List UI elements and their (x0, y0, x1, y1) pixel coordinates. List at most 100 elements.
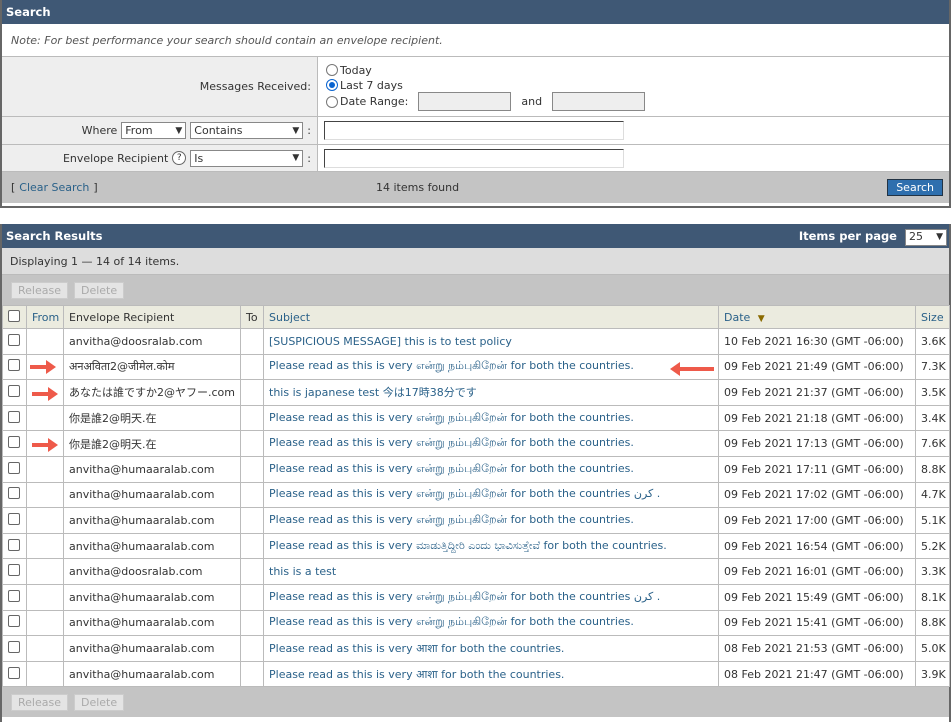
row-checkbox[interactable] (8, 666, 20, 679)
row-checkbox[interactable] (8, 615, 20, 628)
row-checkbox[interactable] (8, 589, 20, 602)
radio-button[interactable] (326, 79, 338, 91)
table-row[interactable]: anvitha@humaaralab.com Please read as th… (2, 635, 950, 662)
row-checkbox[interactable] (8, 333, 20, 346)
table-row[interactable]: anvitha@doosralab.com [SUSPICIOUS MESSAG… (2, 328, 950, 355)
table-row[interactable]: 你是誰2@明天.在 Please read as this is very என… (2, 404, 950, 432)
select-all-checkbox[interactable] (8, 309, 20, 322)
table-row[interactable]: 你是誰2@明天.在 Please read as this is very என… (2, 430, 950, 457)
row-checkbox[interactable] (8, 512, 20, 525)
table-row[interactable]: anvitha@humaaralab.com Please read as th… (2, 455, 950, 483)
row-checkbox[interactable] (8, 461, 20, 474)
cell-to (240, 609, 264, 637)
row-checkbox[interactable] (8, 640, 20, 653)
cell-subject-link[interactable]: Please read as this is very என்று நம்புக… (263, 430, 719, 457)
cell-date: 09 Feb 2021 21:37 (GMT -06:00) (718, 379, 916, 406)
cell-subject-link[interactable]: Please read as this is very என்று நம்புக… (263, 507, 719, 534)
envelope-operator-select[interactable]: Is ▼ (190, 149, 304, 167)
items-per-page-select[interactable]: 25 ▼ (905, 228, 947, 246)
cell-subject-link[interactable]: Please read as this is very ಮಾಡುತ್ತಿದ್ದೀ… (263, 532, 719, 560)
radio-label: Date Range: (340, 95, 409, 108)
radio-button[interactable] (326, 64, 338, 76)
table-row[interactable]: anvitha@doosralab.com this is a test 09 … (2, 558, 950, 585)
results-table: From Envelope Recipient To Subject Date … (2, 305, 950, 688)
items-per-page: Items per page 25 ▼ (799, 224, 947, 248)
row-checkbox[interactable] (8, 564, 20, 577)
table-row[interactable]: あなたは誰ですか2@ヤフー.com this is japanese test … (2, 379, 950, 406)
cell-to (240, 379, 264, 406)
cell-subject-link[interactable]: Please read as this is very என்று நம்புக… (263, 583, 719, 611)
search-button[interactable]: Search (887, 179, 943, 196)
cell-subject-link[interactable]: Please read as this is very आशा for both… (263, 635, 719, 662)
row-checkbox[interactable] (8, 538, 20, 551)
cell-subject-link[interactable]: [SUSPICIOUS MESSAGE] this is to test pol… (263, 328, 719, 355)
date-range-start-input[interactable] (418, 92, 512, 111)
help-icon[interactable]: ? (172, 151, 187, 165)
radio-date-range[interactable]: Date Range: (326, 94, 408, 109)
table-row[interactable]: anvitha@humaaralab.com Please read as th… (2, 507, 950, 534)
cell-subject-link[interactable]: Please read as this is very என்று நம்புக… (263, 455, 719, 483)
search-panel: Search Note: For best performance your s… (0, 0, 951, 208)
where-operator-select[interactable]: Contains ▼ (190, 122, 304, 139)
cell-from (26, 455, 64, 483)
cell-date: 09 Feb 2021 15:41 (GMT -06:00) (718, 609, 916, 637)
cell-subject-link[interactable]: Please read as this is very என்று நம்புக… (263, 404, 719, 432)
chevron-down-icon: ▼ (292, 153, 300, 163)
table-row[interactable]: anvitha@humaaralab.com Please read as th… (2, 660, 950, 688)
cell-subject-link[interactable]: this is japanese test 今は17時38分です (263, 379, 719, 406)
table-header: From Envelope Recipient To Subject Date … (2, 305, 950, 329)
cell-envelope-recipient: 你是誰2@明天.在 (63, 404, 241, 432)
release-button[interactable]: Release (11, 281, 68, 299)
row-checkbox[interactable] (8, 359, 20, 372)
where-value-input[interactable] (324, 121, 624, 140)
table-row[interactable]: anvitha@humaaralab.com Please read as th… (2, 481, 950, 509)
cell-envelope-recipient: अनअविता2@जीमेल.कोम (63, 353, 241, 381)
table-row[interactable]: anvitha@humaaralab.com Please read as th… (2, 583, 950, 611)
cell-subject-link[interactable]: Please read as this is very आशा for both… (263, 660, 719, 688)
cell-size: 8.1K (915, 583, 950, 611)
cell-from (26, 609, 64, 637)
table-row[interactable]: अनअविता2@जीमेल.कोम Please read as this i… (2, 353, 950, 381)
results-header: Search Results Items per page 25 ▼ (2, 224, 949, 248)
row-checkbox[interactable] (8, 487, 20, 500)
cell-envelope-recipient: anvitha@humaaralab.com (63, 609, 241, 637)
search-footer: [ Clear Search ] 14 items found Search (2, 172, 949, 203)
release-button-bottom[interactable]: Release (11, 693, 68, 711)
cell-envelope-recipient: anvitha@humaaralab.com (63, 455, 241, 483)
cell-subject-link[interactable]: Please read as this is very என்று நம்புக… (263, 609, 719, 637)
cell-from (26, 532, 64, 560)
table-row[interactable]: anvitha@humaaralab.com Please read as th… (2, 532, 950, 560)
cell-to (240, 660, 264, 688)
where-field-select[interactable]: From ▼ (121, 122, 187, 139)
cell-subject-link[interactable]: Please read as this is very என்று நம்புக… (263, 481, 719, 509)
delete-button-bottom[interactable]: Delete (73, 693, 125, 711)
annotation-arrow-right-icon (32, 438, 58, 452)
cell-subject-link[interactable]: Please read as this is very என்று நம்புக… (263, 353, 719, 381)
column-envelope-recipient: Envelope Recipient (63, 305, 241, 329)
cell-to (240, 532, 264, 560)
row-checkbox[interactable] (8, 410, 20, 423)
messages-received-label: Messages Received: (2, 57, 318, 116)
row-checkbox[interactable] (8, 384, 20, 397)
where-label: Where (81, 124, 118, 137)
row-checkbox[interactable] (8, 436, 20, 449)
clear-search-link[interactable]: Clear Search (19, 181, 89, 194)
date-range-end-input[interactable] (552, 92, 646, 111)
delete-button[interactable]: Delete (73, 281, 125, 299)
envelope-recipient-input[interactable] (324, 148, 624, 168)
radio-button[interactable] (326, 95, 338, 108)
cell-to (240, 455, 264, 483)
column-subject[interactable]: Subject (263, 305, 719, 329)
column-date[interactable]: Date ▼ (718, 305, 916, 329)
column-from[interactable]: From (26, 305, 64, 329)
radio-last-7-days[interactable]: Last 7 days (326, 78, 403, 93)
cell-size: 3.3K (915, 558, 950, 585)
cell-to (240, 328, 264, 355)
cell-size: 3.4K (915, 404, 950, 432)
items-found: 14 items found (376, 181, 460, 194)
column-size[interactable]: Size (915, 305, 950, 329)
table-row[interactable]: anvitha@humaaralab.com Please read as th… (2, 609, 950, 637)
search-header: Search (2, 0, 949, 24)
cell-subject-link[interactable]: this is a test (263, 558, 719, 585)
radio-today[interactable]: Today (326, 63, 372, 78)
